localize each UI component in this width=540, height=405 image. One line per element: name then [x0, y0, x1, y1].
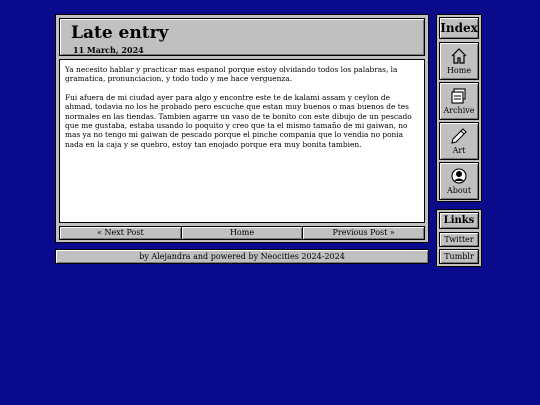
post-header: Late entry 11 March, 2024	[59, 18, 425, 56]
post-paragraph: Ya necesito hablar y practicar mas espan…	[65, 65, 398, 84]
tumblr-link[interactable]: Tumblr	[439, 249, 479, 264]
index-sidebar: Index Home Archive Art About	[436, 14, 482, 202]
links-title: Links	[439, 212, 479, 229]
sidebar-item-art[interactable]: Art	[439, 122, 479, 160]
next-post-button[interactable]: « Next Post	[60, 227, 182, 239]
post-content: Ya necesito hablar y practicar mas espan…	[59, 59, 425, 223]
footer: by Alejandra and powered by Neocities 20…	[55, 249, 429, 264]
sidebar-title: Index	[439, 17, 479, 39]
post-window: Late entry 11 March, 2024 Ya necesito ha…	[55, 14, 429, 243]
sidebar-item-label: Home	[446, 66, 472, 75]
pencil-icon	[451, 128, 467, 144]
sidebar-item-label: Art	[452, 146, 466, 155]
home-button[interactable]: Home	[181, 227, 304, 239]
post-paragraph: Fui afuera de mi ciudad ayer para algo y…	[65, 92, 412, 149]
person-icon	[451, 168, 467, 184]
previous-post-button[interactable]: Previous Post »	[303, 227, 425, 239]
home-icon	[451, 48, 467, 64]
post-navigation: « Next Post Home Previous Post »	[59, 226, 425, 240]
sidebar-item-about[interactable]: About	[439, 162, 479, 200]
post-date: 11 March, 2024	[73, 45, 144, 55]
sidebar-item-archive[interactable]: Archive	[439, 82, 479, 120]
twitter-link[interactable]: Twitter	[439, 232, 479, 247]
sidebar-item-label: Archive	[443, 106, 475, 115]
sidebar-item-home[interactable]: Home	[439, 42, 479, 80]
sidebar-item-label: About	[446, 186, 472, 195]
links-panel: Links Twitter Tumblr	[436, 209, 482, 267]
archive-icon	[451, 88, 466, 104]
post-title: Late entry	[71, 23, 169, 43]
